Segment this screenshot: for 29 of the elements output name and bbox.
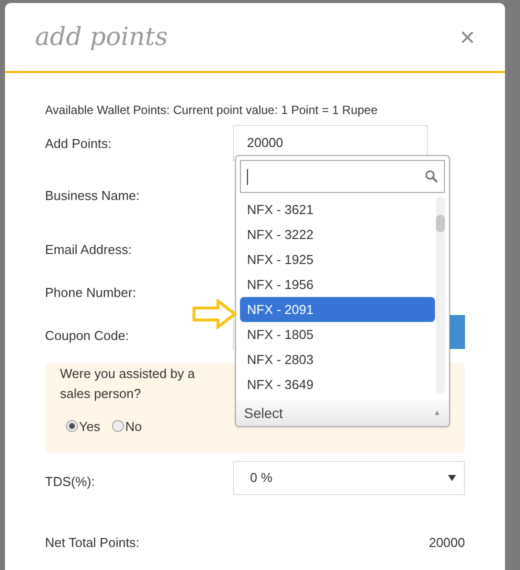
dropdown-option[interactable]: NFX - 2091 bbox=[240, 297, 435, 322]
field-label: Phone Number: bbox=[45, 284, 136, 300]
radio-option[interactable]: No bbox=[112, 416, 142, 436]
caret-icon bbox=[448, 474, 456, 480]
search-icon bbox=[425, 170, 438, 183]
net-total-value: 20000 bbox=[428, 534, 465, 552]
wallet-info-text: Available Wallet Points: Current point value: 1 Point = 1 Rupee bbox=[45, 103, 378, 117]
radio-option[interactable]: Yes bbox=[66, 416, 100, 436]
field-label: Email Address: bbox=[45, 242, 132, 256]
dropdown-option[interactable]: NFX - 1925 bbox=[240, 247, 435, 272]
field-label: Business Name: bbox=[45, 188, 140, 202]
dropdown-option[interactable]: NFX - 1956 bbox=[240, 272, 435, 297]
dropdown-option[interactable]: NFX - 1805 bbox=[240, 322, 435, 347]
dialog-title: add points bbox=[35, 21, 168, 54]
assist-question: Were you assisted by a sales person? bbox=[60, 366, 195, 400]
dropdown-option[interactable]: NFX - 3621 bbox=[240, 197, 435, 222]
field-label: Add Points: bbox=[45, 136, 112, 150]
field-label: Coupon Code: bbox=[45, 328, 129, 342]
field-label: Net Total Points: bbox=[45, 534, 140, 552]
dropdown-option[interactable]: NFX - 2803 bbox=[240, 347, 435, 372]
text-cursor bbox=[247, 168, 248, 184]
field-label: TDS(%): bbox=[45, 474, 95, 488]
close-button[interactable]: × bbox=[460, 24, 475, 50]
arrow-icon bbox=[192, 299, 238, 329]
dropdown-option[interactable]: NFX - 3649 bbox=[240, 372, 435, 397]
select-footer[interactable]: Select ▲ bbox=[236, 400, 449, 426]
dropdown-option[interactable]: NFX - 3222 bbox=[240, 222, 435, 247]
tds-select[interactable]: 0 % bbox=[233, 460, 465, 494]
search-field[interactable] bbox=[240, 160, 445, 193]
